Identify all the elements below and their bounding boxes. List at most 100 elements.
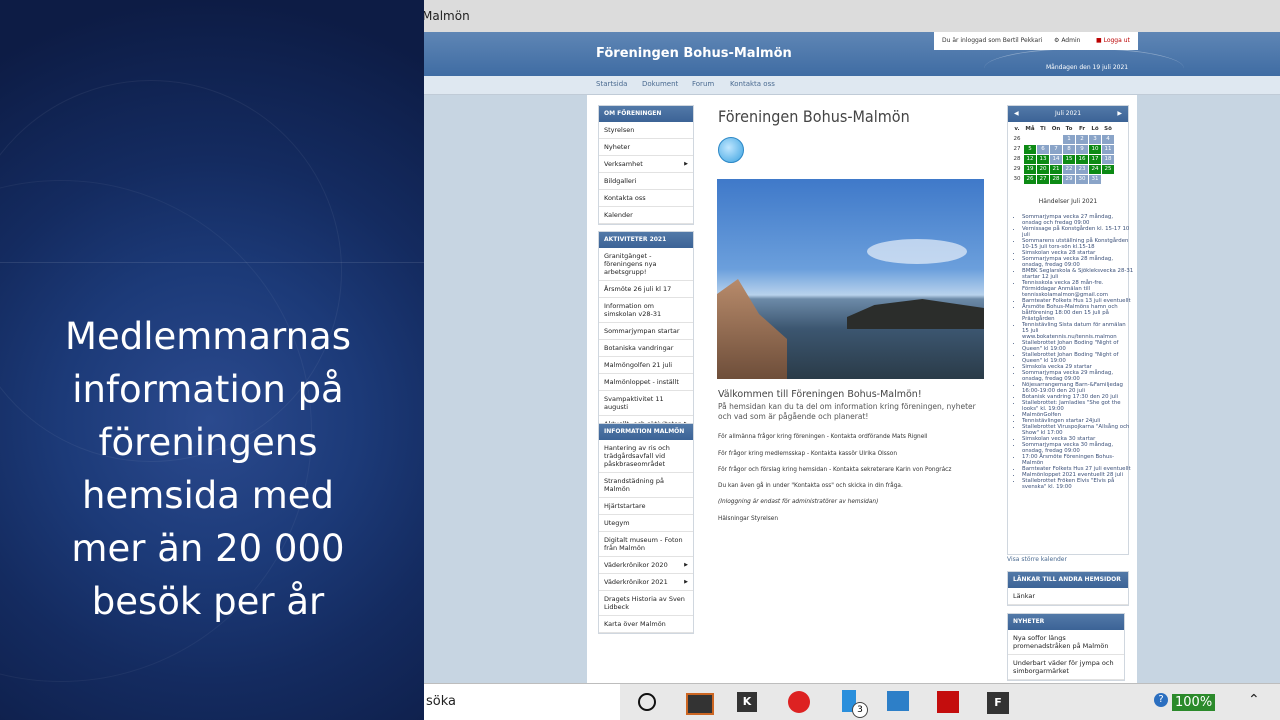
calendar-day[interactable]: 22 bbox=[1063, 165, 1075, 174]
event-item[interactable]: Sommarjympa vecka 28 måndag, onsdag, fre… bbox=[1022, 256, 1134, 268]
calendar-day[interactable]: 6 bbox=[1037, 145, 1049, 154]
calendar-day[interactable]: 27 bbox=[1037, 175, 1049, 184]
calendar-day[interactable]: 15 bbox=[1063, 155, 1075, 164]
calendar-day[interactable]: 17 bbox=[1089, 155, 1101, 164]
event-item[interactable]: Sommarjympa vecka 29 måndag, onsdag, fre… bbox=[1022, 370, 1134, 382]
event-item[interactable]: Stallebrottet Johan Boding "Night of Que… bbox=[1022, 340, 1134, 352]
calendar-day[interactable]: 29 bbox=[1063, 175, 1075, 184]
news-item[interactable]: Nya soffor längs promenadstråken på Malm… bbox=[1008, 630, 1124, 655]
chevron-up-icon[interactable]: ⌃ bbox=[1248, 692, 1260, 708]
sidebar-item-activity[interactable]: Malmönloppet - inställt bbox=[599, 374, 693, 391]
event-item[interactable]: Sommarens utställning på Konstgården 10-… bbox=[1022, 238, 1134, 250]
sidebar-item-info[interactable]: Strandstädning på Malmön bbox=[599, 473, 693, 498]
window-titlebar[interactable]: Malmön bbox=[424, 0, 1280, 32]
media-app-icon[interactable] bbox=[686, 693, 714, 715]
nav-startsida[interactable]: Startsida bbox=[596, 80, 627, 88]
calendar-day[interactable]: 24 bbox=[1089, 165, 1101, 174]
photos-app-icon[interactable] bbox=[887, 691, 909, 711]
zoom-level[interactable]: 100% bbox=[1172, 694, 1216, 711]
calendar-day[interactable]: 25 bbox=[1102, 165, 1114, 174]
calendar-day[interactable]: 4 bbox=[1102, 135, 1114, 144]
event-item[interactable]: Sommarjympa vecka 27 måndag, onsdag och … bbox=[1022, 214, 1134, 226]
acrobat-icon[interactable] bbox=[937, 691, 959, 713]
calendar-day[interactable]: 16 bbox=[1076, 155, 1088, 164]
calendar-day[interactable]: 1 bbox=[1063, 135, 1075, 144]
sidebar-item-info[interactable]: Karta över Malmön bbox=[599, 616, 693, 633]
calendar-day[interactable]: 2 bbox=[1076, 135, 1088, 144]
calendar-day[interactable]: 3 bbox=[1089, 135, 1101, 144]
k-app-icon[interactable]: K bbox=[737, 692, 757, 712]
sidebar-item-nyheter[interactable]: Nyheter bbox=[599, 139, 693, 156]
event-item[interactable]: Stallebrottet Fröken Elvis "Elvis på sve… bbox=[1022, 478, 1134, 490]
backup-app-icon[interactable] bbox=[788, 691, 810, 713]
event-item[interactable]: Sommarjympa vecka 30 måndag, onsdag, fre… bbox=[1022, 442, 1134, 454]
calendar-day[interactable]: 10 bbox=[1089, 145, 1101, 154]
sidebar-item-styrelsen[interactable]: Styrelsen bbox=[599, 122, 693, 139]
logout-link[interactable]: ■ Logga ut bbox=[1096, 32, 1130, 50]
sidebar-item-activity[interactable]: Botaniska vandringar bbox=[599, 340, 693, 357]
calendar-day[interactable]: 5 bbox=[1024, 145, 1036, 154]
calendar-day[interactable]: 13 bbox=[1037, 155, 1049, 164]
help-icon[interactable]: ? bbox=[1154, 693, 1168, 707]
sidebar-item-activity[interactable]: Information om simskolan v28-31 bbox=[599, 298, 693, 323]
sidebar-item-kontakta[interactable]: Kontakta oss bbox=[599, 190, 693, 207]
sidebar-item-info[interactable]: Dragets Historia av Sven Lidbeck bbox=[599, 591, 693, 616]
event-item[interactable]: Nöjesarrangemang Barn-&Familjedag 16:00-… bbox=[1022, 382, 1134, 394]
sidebar-item-info[interactable]: Väderkrönikor 2021 ▶ bbox=[599, 574, 693, 591]
calendar-day[interactable]: 26 bbox=[1024, 175, 1036, 184]
calendar-day[interactable]: 14 bbox=[1050, 155, 1062, 164]
prev-month-icon[interactable]: ◀ bbox=[1014, 106, 1019, 122]
cortana-icon[interactable] bbox=[638, 693, 656, 711]
sidebar-item-activity[interactable]: Malmöngolfen 21 juli bbox=[599, 357, 693, 374]
f-app-icon[interactable]: F bbox=[987, 692, 1009, 714]
calendar-day[interactable]: 12 bbox=[1024, 155, 1036, 164]
calendar-day[interactable]: 18 bbox=[1102, 155, 1114, 164]
sidebar-item-bildgalleri[interactable]: Bildgalleri bbox=[599, 173, 693, 190]
nav-kontakta-oss[interactable]: Kontakta oss bbox=[730, 80, 775, 88]
calendar-day[interactable]: 23 bbox=[1076, 165, 1088, 174]
event-item[interactable]: Stallebrottet Viruspojkarna "Allsång och… bbox=[1022, 424, 1134, 436]
event-item[interactable]: Stallebrottet: Jamladies "She got the lo… bbox=[1022, 400, 1134, 412]
nav-dokument[interactable]: Dokument bbox=[642, 80, 678, 88]
sidebar-about-title: OM FÖRENINGEN bbox=[599, 106, 693, 122]
calendar-day[interactable]: 11 bbox=[1102, 145, 1114, 154]
event-item[interactable]: BMBK Seglarskola & Sjökleksvecka 28-31 s… bbox=[1022, 268, 1134, 280]
user-box: Du är inloggad som Bertil Pekkari ⚙ Admi… bbox=[934, 32, 1138, 50]
calendar-day[interactable]: 31 bbox=[1089, 175, 1101, 184]
news-item[interactable]: Underbart väder för jympa och simborgarm… bbox=[1008, 655, 1124, 680]
event-item[interactable]: Stallebrottet Johan Boding "Night of Que… bbox=[1022, 352, 1134, 364]
calendar-day[interactable]: 8 bbox=[1063, 145, 1075, 154]
sidebar-item-activity[interactable]: Sommarjympan startar bbox=[599, 323, 693, 340]
calendar-day[interactable]: 9 bbox=[1076, 145, 1088, 154]
sidebar-item-info[interactable]: Digitalt museum - Foton från Malmön bbox=[599, 532, 693, 557]
next-month-icon[interactable]: ▶ bbox=[1117, 106, 1122, 122]
welcome-text: På hemsidan kan du ta del om information… bbox=[718, 402, 976, 421]
event-item[interactable]: 17:00 Årsmöte Föreningen Bohus-Malmön bbox=[1022, 454, 1134, 466]
calendar-day[interactable]: 7 bbox=[1050, 145, 1062, 154]
event-item[interactable]: Årsmöte Bohus-Malmöns hamn och båtföreni… bbox=[1022, 304, 1134, 322]
site-name[interactable]: Föreningen Bohus-Malmön bbox=[596, 46, 792, 61]
search-box[interactable]: söka bbox=[424, 684, 620, 720]
event-item[interactable]: Tennistävling Sista datum för anmälan 15… bbox=[1022, 322, 1134, 340]
calendar-day[interactable]: 20 bbox=[1037, 165, 1049, 174]
sidebar-item-info[interactable]: Hantering av ris och trädgårdsavfall vid… bbox=[599, 440, 693, 473]
news-box: NYHETER Nya soffor längs promenadstråken… bbox=[1007, 613, 1125, 681]
sidebar-item-activity[interactable]: Årsmöte 26 juli kl 17 bbox=[599, 281, 693, 298]
admin-link[interactable]: ⚙ Admin bbox=[1054, 32, 1080, 50]
sidebar-item-verksamhet[interactable]: Verksamhet ▶ bbox=[599, 156, 693, 173]
sidebar-item-activity[interactable]: Svampaktivitet 11 augusti bbox=[599, 391, 693, 416]
event-item[interactable]: Vernissage på Konstgården kl. 15-17 10 j… bbox=[1022, 226, 1134, 238]
show-bigger-calendar-link[interactable]: Visa större kalender bbox=[1007, 556, 1067, 563]
sidebar-item-info[interactable]: Hjärtstartare bbox=[599, 498, 693, 515]
calendar-day[interactable]: 19 bbox=[1024, 165, 1036, 174]
links-item[interactable]: Länkar bbox=[1008, 588, 1128, 605]
sidebar-item-info[interactable]: Utegym bbox=[599, 515, 693, 532]
calendar-day[interactable]: 28 bbox=[1050, 175, 1062, 184]
calendar-day[interactable]: 21 bbox=[1050, 165, 1062, 174]
event-item[interactable]: Tennisskola vecka 28 mån-fre. Förmiddaga… bbox=[1022, 280, 1134, 298]
sidebar-item-activity[interactable]: Granitgänget - föreningens nya arbetsgru… bbox=[599, 248, 693, 281]
nav-forum[interactable]: Forum bbox=[692, 80, 714, 88]
sidebar-item-kalender[interactable]: Kalender bbox=[599, 207, 693, 224]
sidebar-item-info[interactable]: Väderkrönikor 2020 ▶ bbox=[599, 557, 693, 574]
calendar-day[interactable]: 30 bbox=[1076, 175, 1088, 184]
